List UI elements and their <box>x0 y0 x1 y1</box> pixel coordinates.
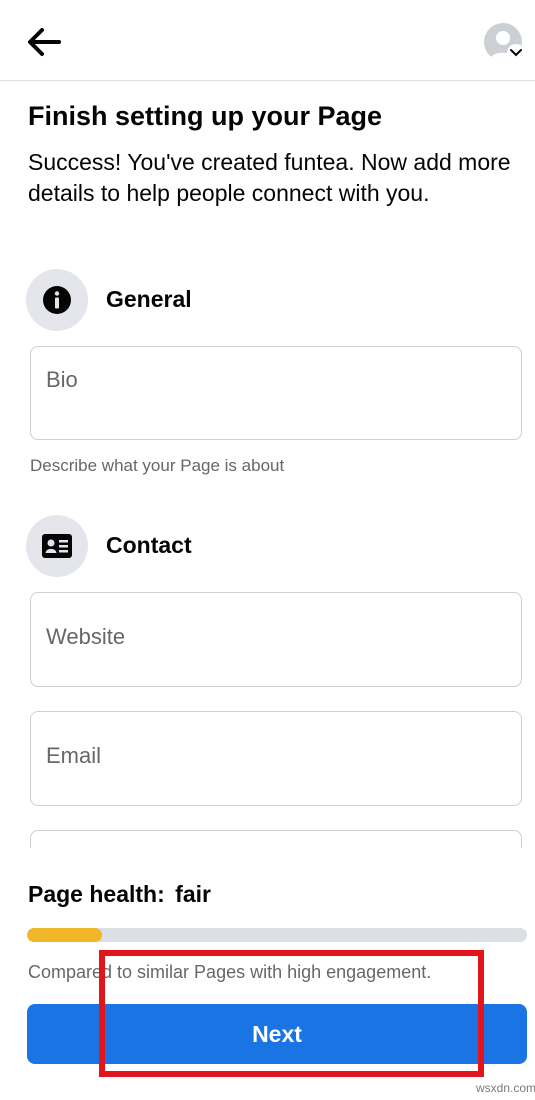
page-health-label: Page health: fair <box>28 881 211 908</box>
next-button-label: Next <box>252 1020 302 1047</box>
website-placeholder: Website <box>46 624 126 649</box>
top-bar <box>0 0 535 81</box>
website-field[interactable]: Website <box>30 592 522 687</box>
email-placeholder: Email <box>46 743 102 768</box>
next-button[interactable]: Next <box>27 1004 527 1064</box>
back-button[interactable] <box>22 22 66 62</box>
page-health-value: fair <box>175 881 211 907</box>
contact-card-icon <box>42 534 72 558</box>
general-section-icon <box>26 269 88 331</box>
bio-placeholder: Bio <box>46 367 78 392</box>
info-icon <box>43 286 71 314</box>
page-health-progress <box>27 928 527 942</box>
page-title: Finish setting up your Page <box>28 101 383 131</box>
page-health-prefix: Page health: <box>28 881 165 907</box>
bio-field[interactable]: Bio <box>30 346 522 440</box>
page-health-comparison: Compared to similar Pages with high enga… <box>28 962 432 982</box>
page-health-progress-fill <box>27 928 102 942</box>
bio-helper-text: Describe what your Page is about <box>30 456 285 475</box>
email-field[interactable]: Email <box>30 711 522 806</box>
general-section-title: General <box>106 286 192 312</box>
page-subtitle: Success! You've created funtea. Now add … <box>28 149 511 206</box>
arrow-left-icon <box>28 28 61 56</box>
contact-section-title: Contact <box>106 532 192 558</box>
avatar-menu-toggle[interactable] <box>507 44 525 62</box>
contact-section-icon <box>26 515 88 577</box>
chevron-down-icon <box>510 49 522 57</box>
watermark: wsxdn.com <box>476 1081 535 1095</box>
